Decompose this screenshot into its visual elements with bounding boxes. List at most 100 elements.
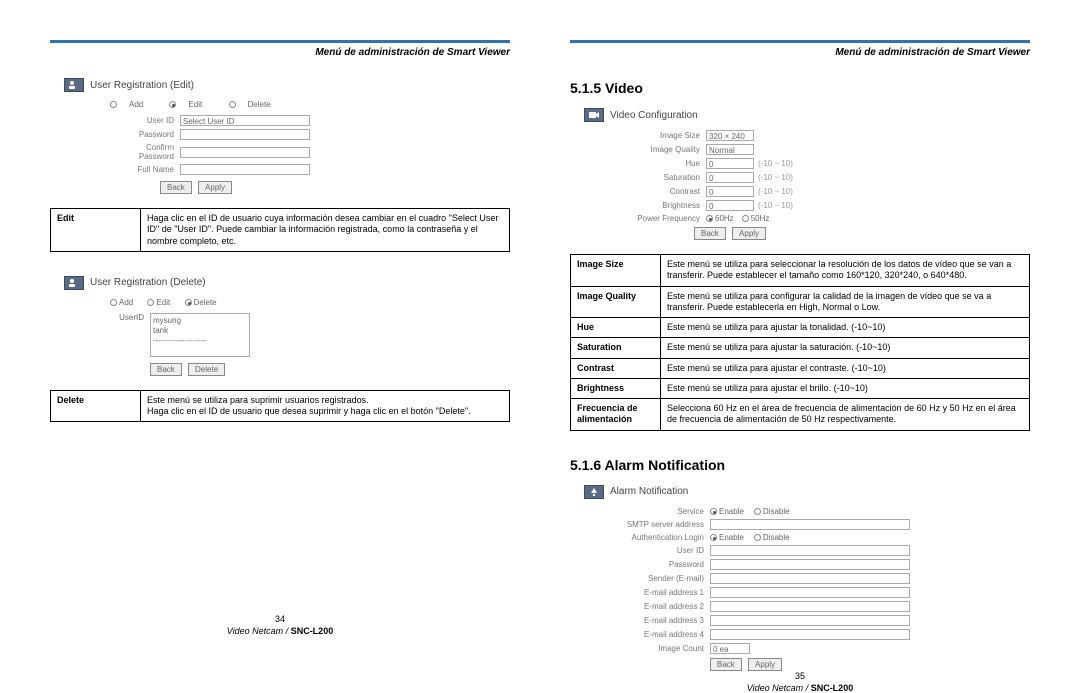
term-cell: Brightness bbox=[571, 378, 661, 398]
delete-button[interactable]: Delete bbox=[188, 363, 225, 376]
radio-icon bbox=[110, 101, 117, 108]
video-definition-table: Image SizeEste menú se utiliza para sele… bbox=[570, 254, 1030, 431]
form-row: Contrast0(-10 ~ 10) bbox=[630, 186, 1030, 197]
field-label: Contrast bbox=[630, 187, 706, 196]
radio-icon[interactable] bbox=[754, 508, 761, 515]
form-row: E-mail address 1 bbox=[610, 587, 1030, 598]
text-field[interactable] bbox=[710, 615, 910, 626]
radio-icon bbox=[147, 299, 154, 306]
header-right: Menú de administración de Smart Viewer bbox=[570, 47, 1030, 58]
text-field[interactable]: 0 ea bbox=[710, 643, 750, 654]
userid-label: UserID bbox=[110, 313, 150, 322]
page-number: 34 bbox=[50, 614, 510, 624]
alarm-form: ServiceEnableDisableSMTP server addressA… bbox=[610, 507, 1030, 671]
form-row: Password bbox=[110, 129, 510, 140]
text-field[interactable] bbox=[710, 573, 910, 584]
term-cell: Image Size bbox=[571, 255, 661, 287]
form-row: Sender (E-mail) bbox=[610, 573, 1030, 584]
form-row: Saturation0(-10 ~ 10) bbox=[630, 172, 1030, 183]
power-freq-label: Power Frequency bbox=[630, 214, 706, 223]
form-row: Image Count0 ea bbox=[610, 643, 1030, 654]
term-cell: Image Quality bbox=[571, 286, 661, 318]
desc-cell: Este menú se utiliza para ajustar la sat… bbox=[661, 338, 1030, 358]
term-cell: Saturation bbox=[571, 338, 661, 358]
field-label: Sender (E-mail) bbox=[610, 574, 710, 583]
user-icon bbox=[64, 276, 84, 290]
field-label: Brightness bbox=[630, 201, 706, 210]
text-field[interactable] bbox=[710, 519, 910, 530]
text-field[interactable] bbox=[180, 129, 310, 140]
desc-cell: Este menú se utiliza para ajustar el con… bbox=[661, 358, 1030, 378]
term-cell: Contrast bbox=[571, 358, 661, 378]
field-label: Confirm Password bbox=[110, 143, 180, 161]
text-field[interactable] bbox=[710, 559, 910, 570]
text-field[interactable] bbox=[180, 164, 310, 175]
field-label: Image Count bbox=[610, 644, 710, 653]
mode-radios: Add Edit Delete bbox=[110, 100, 510, 109]
text-field[interactable]: 0 bbox=[706, 200, 754, 211]
text-field[interactable]: Normal bbox=[706, 144, 754, 155]
text-field[interactable] bbox=[180, 147, 310, 158]
back-button[interactable]: Back bbox=[710, 658, 742, 671]
subheading-label: User Registration (Edit) bbox=[90, 80, 194, 91]
field-label: Password bbox=[110, 130, 180, 139]
header-rule bbox=[570, 40, 1030, 43]
section-video: 5.1.5 Video bbox=[570, 80, 1030, 96]
field-label: E-mail address 4 bbox=[610, 630, 710, 639]
text-field[interactable] bbox=[710, 587, 910, 598]
range-hint: (-10 ~ 10) bbox=[758, 201, 793, 210]
field-label: Full Name bbox=[110, 165, 180, 174]
text-field[interactable]: 320 × 240 bbox=[706, 130, 754, 141]
footer-model: Video Netcam / SNC-L200 bbox=[227, 626, 333, 636]
desc-cell: Este menú se utiliza para ajustar el bri… bbox=[661, 378, 1030, 398]
form-row: Image QualityNormal bbox=[630, 144, 1030, 155]
field-label: Hue bbox=[630, 159, 706, 168]
radio-icon[interactable] bbox=[710, 534, 717, 541]
form-row: User IDSelect User ID bbox=[110, 115, 510, 126]
text-field[interactable] bbox=[710, 601, 910, 612]
text-field[interactable]: Select User ID bbox=[180, 115, 310, 126]
back-button[interactable]: Back bbox=[694, 227, 726, 240]
radio-icon[interactable] bbox=[754, 534, 761, 541]
radio-label: Enable bbox=[719, 533, 744, 542]
field-label: Image Quality bbox=[630, 145, 706, 154]
term-cell: Frecuencia de alimentación bbox=[571, 399, 661, 431]
radio-icon[interactable] bbox=[710, 508, 717, 515]
apply-button[interactable]: Apply bbox=[748, 658, 782, 671]
subheading-user-reg-delete: User Registration (Delete) bbox=[64, 276, 510, 290]
radio-icon bbox=[742, 215, 749, 222]
back-button[interactable]: Back bbox=[160, 181, 192, 194]
text-field[interactable]: 0 bbox=[706, 172, 754, 183]
field-label: User ID bbox=[610, 546, 710, 555]
page-right: Menú de administración de Smart Viewer 5… bbox=[570, 40, 1030, 636]
radio-icon bbox=[706, 215, 713, 222]
text-field[interactable]: 0 bbox=[706, 186, 754, 197]
form-row: ServiceEnableDisable bbox=[610, 507, 1030, 516]
field-label: E-mail address 1 bbox=[610, 588, 710, 597]
term-cell: Hue bbox=[571, 318, 661, 338]
apply-button[interactable]: Apply bbox=[198, 181, 232, 194]
header-left: Menú de administración de Smart Viewer bbox=[50, 47, 510, 58]
text-field[interactable] bbox=[710, 545, 910, 556]
form-row: Hue0(-10 ~ 10) bbox=[630, 158, 1030, 169]
user-reg-edit-form: Add Edit Delete User IDSelect User ID Pas… bbox=[110, 100, 510, 194]
text-field[interactable]: 0 bbox=[706, 158, 754, 169]
form-buttons: Back Apply bbox=[160, 181, 510, 194]
field-label: Authentication Login bbox=[610, 533, 710, 542]
field-label: E-mail address 3 bbox=[610, 616, 710, 625]
text-field[interactable] bbox=[710, 629, 910, 640]
user-listbox[interactable]: mysung tank -------------------- bbox=[150, 313, 250, 357]
subheading-label: Alarm Notification bbox=[610, 486, 688, 497]
desc-cell: Selecciona 60 Hz en el área de frecuenci… bbox=[661, 399, 1030, 431]
form-row: E-mail address 4 bbox=[610, 629, 1030, 640]
page-footer: 34 Video Netcam / SNC-L200 bbox=[50, 614, 510, 636]
back-button[interactable]: Back bbox=[150, 363, 182, 376]
range-hint: (-10 ~ 10) bbox=[758, 173, 793, 182]
apply-button[interactable]: Apply bbox=[732, 227, 766, 240]
radio-icon bbox=[169, 101, 176, 108]
radio-label: Enable bbox=[719, 507, 744, 516]
alarm-icon bbox=[584, 485, 604, 499]
page-footer: 35 Video Netcam / SNC-L200 bbox=[570, 671, 1030, 693]
form-row: Image Size320 × 240 bbox=[630, 130, 1030, 141]
form-row: E-mail address 3 bbox=[610, 615, 1030, 626]
